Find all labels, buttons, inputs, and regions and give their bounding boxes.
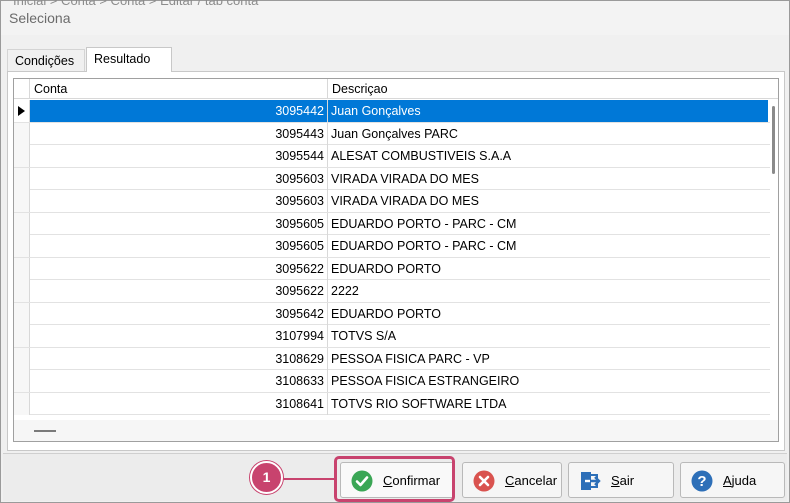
cell-conta[interactable]: 3095622 — [30, 257, 328, 280]
column-header-descricao[interactable]: Descriçao — [328, 79, 768, 99]
cell-conta[interactable]: 3095605 — [30, 235, 328, 257]
table-row[interactable]: 3107994 TOTVS S/A — [14, 325, 770, 348]
horizontal-scrollbar[interactable] — [14, 420, 778, 441]
cell-conta[interactable]: 3107994 — [30, 325, 328, 347]
cell-descricao[interactable]: VIRADA VIRADA DO MES — [328, 168, 768, 190]
column-header-conta[interactable]: Conta — [30, 79, 328, 99]
cell-conta[interactable]: 3095642 — [30, 302, 328, 325]
row-indicator[interactable] — [14, 325, 30, 347]
cell-conta[interactable]: 3095443 — [30, 122, 328, 145]
row-indicator[interactable] — [14, 100, 30, 122]
dialog-title: Seleciona — [9, 10, 71, 26]
exit-door-icon — [581, 472, 601, 490]
row-indicator[interactable] — [14, 370, 30, 392]
row-indicator[interactable] — [14, 280, 30, 302]
cell-descricao[interactable]: EDUARDO PORTO - PARC - CM — [328, 235, 768, 257]
cell-conta[interactable]: 3095605 — [30, 212, 328, 235]
cell-descricao[interactable]: Juan Gonçalves — [328, 100, 768, 122]
table-row[interactable]: 3095605 EDUARDO PORTO - PARC - CM — [14, 235, 770, 258]
tab-resultado[interactable]: Resultado — [86, 47, 172, 72]
cell-conta[interactable]: 3095603 — [30, 190, 328, 212]
table-row[interactable]: 3095442 Juan Gonçalves — [14, 100, 770, 123]
table-row[interactable]: 3095443 Juan Gonçalves PARC — [14, 122, 770, 145]
results-grid[interactable]: Conta Descriçao 3095442 Juan Gonçalves 309… — [13, 78, 779, 442]
grid-header: Conta Descriçao — [14, 79, 778, 99]
row-indicator[interactable] — [14, 212, 30, 235]
annotation-connector — [279, 478, 334, 480]
cell-descricao[interactable]: TOTVS RIO SOFTWARE LTDA — [328, 393, 768, 415]
row-indicator[interactable] — [14, 392, 30, 415]
table-row[interactable]: 3095622 2222 — [14, 280, 770, 303]
selection-dialog: Inicial > Conta > Conta > Editar / tab c… — [0, 0, 790, 503]
cell-conta[interactable]: 3108629 — [30, 347, 328, 370]
vertical-scrollbar[interactable] — [770, 100, 778, 420]
tab-panel-resultado: Conta Descriçao 3095442 Juan Gonçalves 309… — [7, 71, 785, 451]
grid-rows: 3095442 Juan Gonçalves 3095443 Juan Gonçalv… — [14, 100, 770, 415]
cell-conta[interactable]: 3095603 — [30, 167, 328, 190]
row-indicator[interactable] — [14, 347, 30, 370]
row-indicator[interactable] — [14, 167, 30, 190]
title-bar: Inicial > Conta > Conta > Editar / tab c… — [1, 0, 789, 35]
cell-conta[interactable]: 3108641 — [30, 392, 328, 415]
help-label: Ajuda — [723, 473, 757, 488]
x-circle-icon — [473, 470, 495, 492]
cell-descricao[interactable]: EDUARDO PORTO — [328, 303, 768, 325]
table-row[interactable]: 3095603 VIRADA VIRADA DO MES — [14, 167, 770, 190]
table-row[interactable]: 3095622 EDUARDO PORTO — [14, 257, 770, 280]
table-row[interactable]: 3108629 PESSOA FISICA PARC - VP — [14, 347, 770, 370]
row-indicator[interactable] — [14, 145, 30, 167]
cell-descricao[interactable]: Juan Gonçalves PARC — [328, 123, 768, 145]
annotation-highlight-box — [334, 456, 455, 502]
row-indicator[interactable] — [14, 235, 30, 257]
current-row-arrow-icon — [18, 106, 25, 116]
vertical-scroll-thumb[interactable] — [772, 106, 775, 174]
row-indicator[interactable] — [14, 302, 30, 325]
row-indicator-header — [14, 79, 30, 99]
cell-conta[interactable]: 3095442 — [30, 100, 328, 122]
help-button[interactable]: ? Ajuda — [680, 462, 785, 498]
cancel-button[interactable]: Cancelar — [462, 462, 562, 498]
cell-descricao[interactable]: TOTVS S/A — [328, 325, 768, 347]
cell-conta[interactable]: 3095622 — [30, 280, 328, 302]
table-row[interactable]: 3108633 PESSOA FISICA ESTRANGEIRO — [14, 370, 770, 393]
tab-condicoes[interactable]: Condições — [7, 49, 85, 71]
breadcrumb-ghost: Inicial > Conta > Conta > Editar / tab c… — [13, 0, 259, 8]
cell-descricao[interactable]: 2222 — [328, 280, 768, 302]
cancel-label: Cancelar — [505, 473, 558, 488]
row-indicator[interactable] — [14, 257, 30, 280]
table-row[interactable]: 3108641 TOTVS RIO SOFTWARE LTDA — [14, 392, 770, 415]
cell-descricao[interactable]: EDUARDO PORTO — [328, 258, 768, 280]
exit-button[interactable]: Sair — [568, 462, 674, 498]
row-indicator[interactable] — [14, 122, 30, 145]
table-row[interactable]: 3095605 EDUARDO PORTO - PARC - CM — [14, 212, 770, 235]
cell-descricao[interactable]: ALESAT COMBUSTIVEIS S.A.A — [328, 145, 768, 167]
cell-descricao[interactable]: PESSOA FISICA PARC - VP — [328, 348, 768, 370]
horizontal-scroll-thumb[interactable] — [34, 430, 56, 432]
exit-label: Sair — [611, 473, 635, 488]
cell-conta[interactable]: 3108633 — [30, 370, 328, 392]
cell-descricao[interactable]: VIRADA VIRADA DO MES — [328, 190, 768, 212]
annotation-step-badge: 1 — [250, 461, 283, 494]
table-row[interactable]: 3095544 ALESAT COMBUSTIVEIS S.A.A — [14, 145, 770, 168]
table-row[interactable]: 3095603 VIRADA VIRADA DO MES — [14, 190, 770, 213]
cell-descricao[interactable]: EDUARDO PORTO - PARC - CM — [328, 213, 768, 235]
cell-conta[interactable]: 3095544 — [30, 145, 328, 167]
row-indicator[interactable] — [14, 190, 30, 212]
help-circle-icon: ? — [691, 470, 713, 492]
svg-text:?: ? — [697, 473, 706, 490]
table-row[interactable]: 3095642 EDUARDO PORTO — [14, 302, 770, 325]
cell-descricao[interactable]: PESSOA FISICA ESTRANGEIRO — [328, 370, 768, 392]
